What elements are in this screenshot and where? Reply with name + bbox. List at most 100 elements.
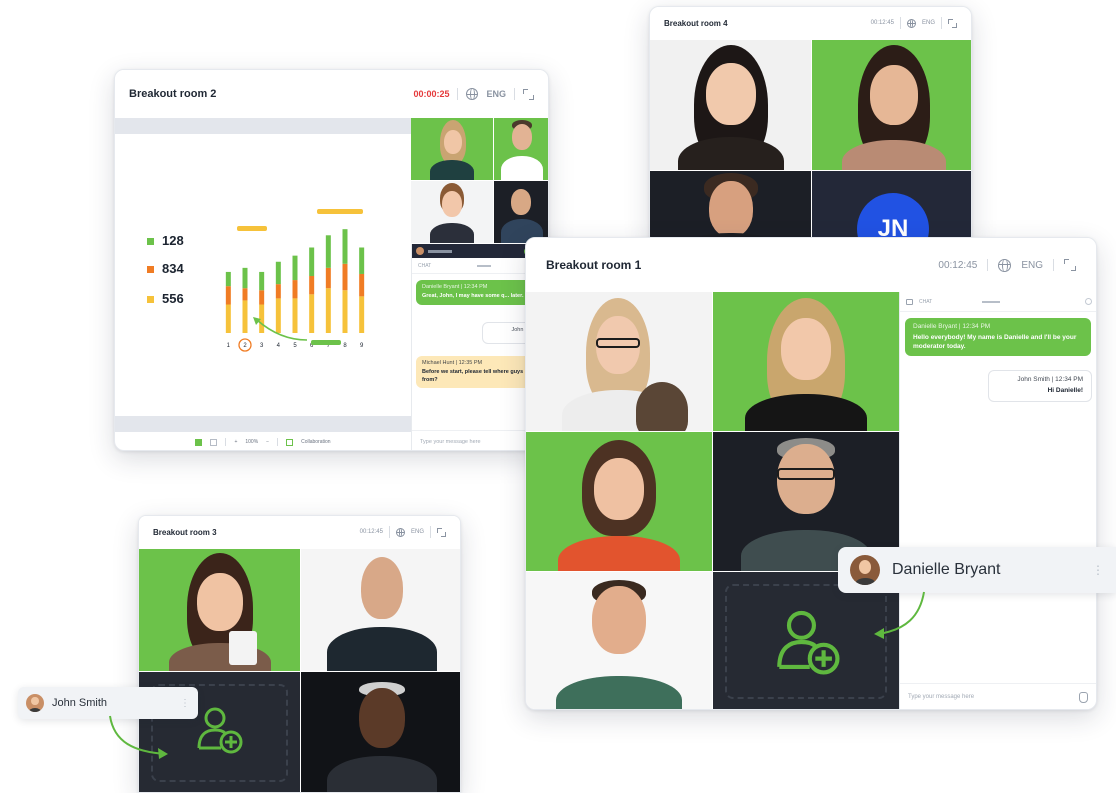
participant-video bbox=[317, 682, 447, 792]
fullscreen-icon[interactable] bbox=[437, 527, 446, 537]
bar-segment-6-1 bbox=[309, 276, 315, 295]
bar-segment-5-2 bbox=[292, 255, 298, 281]
bar-segment-3-2 bbox=[259, 271, 265, 291]
chat-icon bbox=[906, 298, 913, 305]
language-selector[interactable]: ENG bbox=[922, 20, 935, 26]
chat-message: John Smith | 12:34 PM Hi Danielle! bbox=[988, 370, 1092, 402]
bar-segment-1-2 bbox=[225, 271, 231, 287]
language-selector[interactable]: ENG bbox=[1021, 260, 1043, 271]
settings-icon[interactable] bbox=[1085, 298, 1092, 305]
participant-video bbox=[544, 440, 694, 571]
language-selector[interactable]: ENG bbox=[486, 89, 506, 99]
x-tick-label: 1 bbox=[227, 343, 231, 349]
chat-tab[interactable]: CHAT bbox=[418, 263, 431, 269]
participant-video bbox=[422, 183, 482, 243]
drag-arrow bbox=[874, 591, 925, 639]
more-options-icon[interactable]: ⋮ bbox=[1092, 563, 1104, 577]
bar-segment-4-2 bbox=[275, 261, 281, 285]
chat-input-placeholder: Type your message here bbox=[908, 694, 975, 700]
drag-handle[interactable] bbox=[477, 264, 492, 267]
participant-video bbox=[671, 173, 791, 245]
whiteboard-top-bar bbox=[115, 118, 411, 134]
stat-item: 128 bbox=[147, 232, 184, 250]
video-tile bbox=[650, 171, 811, 245]
more-options-icon[interactable]: ⋮ bbox=[180, 698, 190, 709]
x-tick-label: 9 bbox=[360, 343, 364, 349]
add-user-icon[interactable] bbox=[193, 704, 245, 756]
bar-segment-5-1 bbox=[292, 280, 298, 299]
divider bbox=[430, 526, 431, 538]
divider bbox=[899, 17, 901, 29]
stat-item: 556 bbox=[147, 290, 184, 308]
bar-segment-8-1 bbox=[342, 263, 348, 291]
collaboration-label: Collaboration bbox=[301, 439, 331, 445]
bar-segment-7-1 bbox=[325, 267, 331, 289]
sticky-note-tag bbox=[311, 340, 341, 345]
stat-item: 834 bbox=[147, 260, 184, 278]
video-tile bbox=[713, 292, 899, 431]
sticky-note-tag bbox=[317, 209, 363, 214]
participant-video bbox=[544, 298, 694, 431]
globe-icon[interactable] bbox=[395, 527, 405, 537]
zoom-out-button[interactable]: − bbox=[266, 439, 269, 445]
video-tile bbox=[301, 672, 460, 792]
stat-value: 128 bbox=[162, 233, 184, 248]
drag-arrow bbox=[109, 715, 168, 759]
breakout-room-3-window: Breakout room 3 00:12:45 ENG bbox=[138, 515, 461, 793]
participant-name-tag[interactable]: Danielle Bryant ⋮ bbox=[838, 547, 1116, 593]
raise-hand-icon[interactable] bbox=[1079, 692, 1088, 703]
room-title: Breakout room 1 bbox=[546, 258, 642, 272]
chat-input[interactable]: Type your message here bbox=[900, 683, 1096, 709]
whiteboard-toolbar: + 100% − Collaboration bbox=[115, 432, 411, 450]
globe-icon[interactable] bbox=[998, 258, 1012, 272]
message-text: Hi Danielle! bbox=[1047, 386, 1083, 394]
bar-segment-8-2 bbox=[342, 229, 348, 264]
video-tile bbox=[526, 432, 712, 571]
video-tile bbox=[411, 118, 493, 180]
glasses bbox=[777, 468, 835, 480]
dog bbox=[636, 382, 688, 431]
room-header: Breakout room 2 00:00:25 ENG bbox=[115, 70, 548, 118]
whiteboard-bottom-bar bbox=[115, 416, 411, 432]
room-header: Breakout room 4 00:12:45 ENG bbox=[650, 7, 971, 39]
message-text: Hello everybody! My name is Danielle and… bbox=[913, 333, 1077, 350]
globe-icon[interactable] bbox=[906, 18, 916, 28]
avatar bbox=[26, 694, 44, 712]
video-tile bbox=[526, 292, 712, 431]
bar-segment-2-2 bbox=[242, 267, 248, 289]
fullscreen-icon[interactable] bbox=[948, 18, 957, 28]
video-tile bbox=[526, 572, 712, 709]
room-timer: 00:12:45 bbox=[938, 259, 978, 271]
shape-button[interactable] bbox=[210, 438, 218, 446]
bar-segment-1-0 bbox=[225, 304, 231, 333]
divider bbox=[225, 438, 227, 446]
fullscreen-icon[interactable] bbox=[1064, 259, 1076, 271]
video-tile bbox=[812, 40, 971, 170]
drag-handle[interactable] bbox=[982, 300, 1001, 303]
participant-video bbox=[317, 553, 447, 671]
add-user-icon[interactable] bbox=[771, 606, 843, 678]
message-meta: Michael Hunt | 12:35 PM bbox=[422, 360, 483, 366]
message-text: Before we start, please tell where guys … bbox=[422, 369, 524, 383]
room-timer: 00:00:25 bbox=[413, 89, 450, 99]
participant-name: John Smith bbox=[52, 697, 108, 709]
glasses bbox=[596, 338, 640, 348]
fullscreen-icon[interactable] bbox=[523, 88, 534, 100]
video-tile bbox=[301, 549, 460, 671]
room-header: Breakout room 3 00:12:45 ENG bbox=[139, 516, 460, 548]
stat-color-swatch bbox=[147, 237, 154, 245]
avatar bbox=[850, 555, 880, 585]
color-button[interactable] bbox=[195, 438, 203, 446]
chat-tab[interactable]: CHAT bbox=[919, 299, 932, 305]
divider bbox=[1053, 259, 1054, 271]
breakout-room-1-window: Breakout room 1 00:12:45 ENG CHAT Daniel… bbox=[525, 237, 1097, 710]
collaboration-checkbox[interactable] bbox=[286, 438, 294, 446]
room-title: Breakout room 2 bbox=[129, 88, 217, 100]
language-selector[interactable]: ENG bbox=[411, 529, 424, 535]
x-tick-label: 8 bbox=[343, 343, 347, 349]
zoom-in-button[interactable]: + bbox=[234, 439, 237, 445]
annotation-arrow bbox=[253, 317, 308, 341]
whiteboard[interactable]: 128 834 556 123456789 bbox=[115, 118, 411, 432]
globe-icon[interactable] bbox=[466, 88, 479, 100]
room-title: Breakout room 3 bbox=[153, 527, 217, 537]
